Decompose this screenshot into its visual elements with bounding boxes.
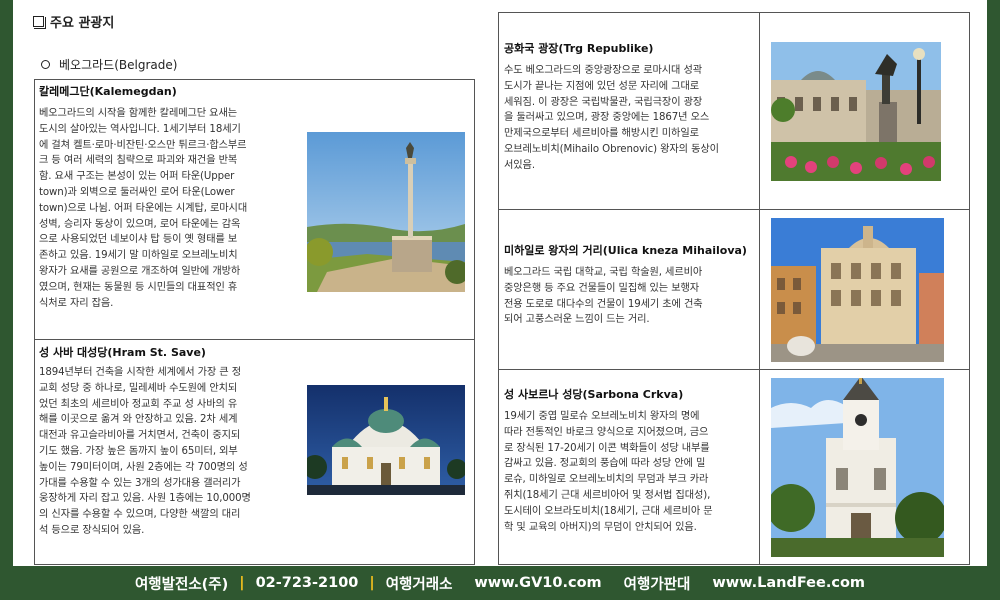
kalemegdan-text-line: 베오그라드의 시작을 함께한 칼레메그단 요새는 (39, 108, 238, 119)
sava-text-line: 1894년부터 건축을 시작한 세계에서 가장 큰 정 (39, 367, 241, 378)
mihailova-text-line: 되어 고풍스러운 느낌이 드는 거리. (504, 314, 650, 326)
sabor-description: 19세기 중엽 밀로슈 오브레노비치 왕자의 명에따라 전통적인 바로크 양식으… (504, 409, 755, 535)
sabor-text-line: 따라 전통적인 바로크 양식으로 지어졌으며, 금으 (504, 426, 709, 438)
section-heading: 주요 관광지 (33, 12, 114, 31)
republike-text-line: 만제국으로부터 세르비아를 해방시킨 미하일로 (504, 128, 699, 140)
sava-text-line: 교회 성당 중 하나로, 밀레셰바 수도원에 안치되 (39, 382, 238, 394)
republike-text-line: 수도 베오그라드의 중앙광장으로 로마시대 성곽 (504, 65, 703, 76)
sabor-text-line: 도시테이 오브라도비치(18세기, 근대 세르비아 문 (504, 505, 713, 517)
kalemegdan-text-line: 왕자가 요새를 공원으로 개조하여 일반에 개방하 (39, 265, 241, 277)
mihailova-text-line: 전용 도로로 대다수의 건물이 19세기 초에 건축 (504, 298, 703, 310)
sabor-text-line: 학 및 교육의 아버지)의 무덤이 안치되어 있음. (504, 521, 697, 533)
right-attractions-table: 공화국 광장(Trg Republike) 수도 베오그라드의 중앙광장으로 로… (498, 12, 970, 565)
sabor-photo (771, 378, 944, 557)
kalemegdan-text-line: town)과 외벽으로 둘러싸인 로어 타운(Lower (39, 186, 235, 198)
sava-text-line: 높이는 79미터이며, 사원 2층에는 각 700명의 성 (39, 461, 248, 473)
city-heading: 베오그라드(Belgrade) (41, 56, 177, 73)
republike-title: 공화국 광장(Trg Republike) (504, 42, 654, 55)
footer-company: 여행발전소(주) (134, 576, 229, 593)
sava-text-line: 가대를 수용할 수 있는 3개의 성가대용 갤러리가 (39, 477, 241, 489)
mihailova-title: 미하일로 왕자의 거리(Ulica kneza Mihailova) (504, 244, 747, 257)
sava-text-line: 웅장하게 자리 잡고 있음. 사원 1층에는 10,000명 (39, 493, 251, 505)
city-title: 베오그라드(Belgrade) (59, 58, 178, 72)
sava-text-line: 기도 했음. 가장 높은 돔까지 높이 65미터, 외부 (39, 445, 238, 457)
kalemegdan-text-line: town)으로 나뉨. 어퍼 타운에는 시계탑, 로마시대 (39, 202, 248, 214)
republike-text-line: 세워짐. 이 광장은 국립박물관, 국립극장이 광장 (504, 96, 703, 108)
republike-description: 수도 베오그라드의 중앙광장으로 로마시대 성곽도시가 끝나는 지점에 있던 성… (504, 63, 755, 174)
footer-link-landfee[interactable]: www.LandFee.com (712, 575, 865, 591)
sava-text-line: 의 신자를 수용할 수 있으며, 다양한 색깔의 대리 (39, 509, 241, 521)
document-page: 주요 관광지 베오그라드(Belgrade) 칼레메그단(Kalemegdan)… (13, 0, 987, 566)
sava-title: 성 사바 대성당(Hram St. Save) (39, 346, 206, 359)
sava-description: 1894년부터 건축을 시작한 세계에서 가장 큰 정교회 성당 중 하나로, … (39, 365, 296, 539)
kalemegdan-text-line: 식처로 자리 잡음. (39, 297, 114, 309)
republike-text-line: 오브레노비치(Mihailo Obrenovic) 왕자의 동상이 (504, 143, 719, 155)
sava-photo (307, 385, 465, 495)
footer-brand-2: 여행가판대 (623, 576, 691, 593)
mihailova-description: 베오그라드 국립 대학교, 국립 학술원, 세르비아중앙은행 등 주요 건물들이… (504, 265, 755, 328)
mihailova-text-line: 중앙은행 등 주요 건물들이 밀집해 있는 보행자 (504, 282, 700, 294)
kalemegdan-text-line: 였으며, 현재는 동물원 등 시민들의 대표적인 휴 (39, 281, 238, 293)
kalemegdan-text-line: 으로 사용되었던 네보이샤 탑 등이 옛 형태를 보 (39, 234, 238, 246)
mihailova-photo (771, 218, 944, 362)
republike-photo (771, 42, 941, 181)
kalemegdan-text-line: 함. 요새 구조는 본성이 있는 어퍼 타운(Upper (39, 171, 235, 183)
kalemegdan-text-line: 크 등 여러 세력의 침략으로 파괴와 재건을 반복 (39, 155, 238, 167)
kalemegdan-title: 칼레메그단(Kalemegdan) (39, 85, 177, 98)
sabor-text-line: 로 장식된 17-20세기 이콘 벽화들이 성당 내부를 (504, 442, 710, 454)
kalemegdan-text-line: 에 걸쳐 켈트·로마·비잔틴·오스만 튀르크·합스부르 (39, 139, 247, 151)
kalemegdan-text-line: 도시의 살아있는 역사입니다. 1세기부터 18세기 (39, 123, 241, 135)
sava-text-line: 해를 이곳으로 옮겨 와 안장하고 있음. 2차 세계 (39, 414, 238, 426)
republike-text-line: 도시가 끝나는 지점에 있던 성문 자리에 그대로 (504, 80, 700, 92)
kalemegdan-text-line: 존하고 있음. 19세기 말 미하일로 오브레노비치 (39, 250, 238, 262)
sava-text-line: 석 등으로 장식되어 있음. (39, 524, 145, 536)
sabor-text-line: 감싸고 있음. 정교회의 풍습에 따라 성당 안에 밀 (504, 458, 706, 470)
republike-text-line: 을 둘러싸고 있으며, 광장 중앙에는 1867년 오스 (504, 112, 710, 124)
checkbox-square-icon (33, 16, 46, 29)
kalemegdan-photo (307, 132, 465, 292)
republike-text-line: 서있음. (504, 159, 535, 171)
footer-bar: 여행발전소(주) | 02-723-2100 | 여행거래소 www.GV10.… (0, 566, 1000, 600)
kalemegdan-text-line: 성벽, 승리자 동상이 있으며, 로어 타운에는 감옥 (39, 218, 241, 230)
sava-text-line: 대전과 유고슬라비아를 거치면서, 건축이 중지되 (39, 430, 241, 442)
footer-brand-1: 여행거래소 (385, 576, 453, 593)
kalemegdan-description: 베오그라드의 시작을 함께한 칼레메그단 요새는도시의 살아있는 역사입니다. … (39, 106, 296, 311)
mihailova-text-line: 베오그라드 국립 대학교, 국립 학술원, 세르비아 (504, 267, 703, 278)
sabor-text-line: 로슈, 미하일로 오브레노비치의 무덤과 부크 카라 (504, 474, 709, 486)
circle-bullet-icon (41, 60, 50, 69)
sabor-title: 성 사보르나 성당(Sarbona Crkva) (504, 388, 684, 401)
left-attractions-table: 칼레메그단(Kalemegdan) 베오그라드의 시작을 함께한 칼레메그단 요… (34, 79, 475, 565)
footer-separator: | (369, 575, 375, 591)
sabor-text-line: 19세기 중엽 밀로슈 오브레노비치 왕자의 명에 (504, 411, 700, 422)
section-title: 주요 관광지 (50, 16, 115, 31)
footer-link-gv10[interactable]: www.GV10.com (474, 575, 601, 591)
sava-text-line: 었던 최초의 세르비아 정교회 주교 성 사바의 유 (39, 398, 238, 410)
footer-separator: | (239, 575, 245, 591)
sabor-text-line: 쥐치(18세기 근대 세르비아어 및 정서법 집대성), (504, 489, 711, 501)
footer-phone: 02-723-2100 (255, 575, 359, 591)
